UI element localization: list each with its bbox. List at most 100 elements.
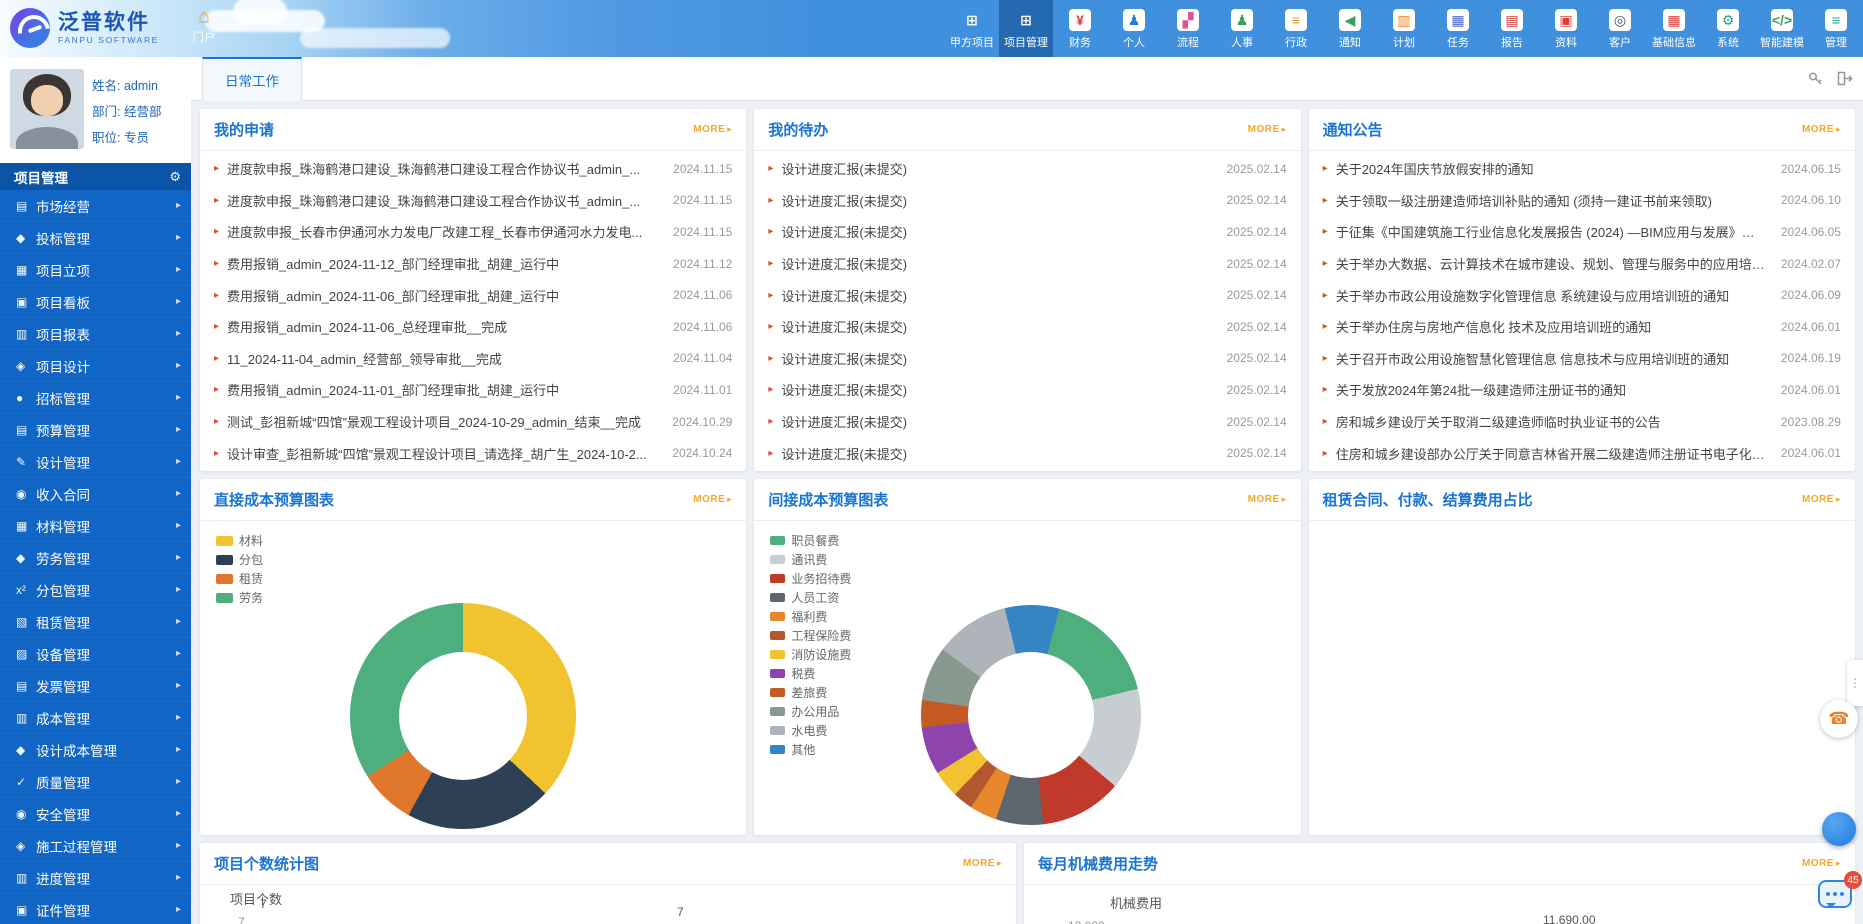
- top-nav-item[interactable]: ▣ 资料: [1539, 0, 1593, 57]
- lock-key-icon[interactable]: [1807, 70, 1824, 87]
- notice-list-item[interactable]: ▸ 关于2024年国庆节放假安排的通知 2024.06.15: [1323, 153, 1841, 185]
- sidebar-menu-item[interactable]: ● 招标管理 ▸: [0, 382, 191, 414]
- legend-item: 人员工资: [770, 588, 851, 607]
- sidebar-menu-item[interactable]: ✎ 设计管理 ▸: [0, 446, 191, 478]
- sidebar-menu-item[interactable]: ▥ 成本管理 ▸: [0, 702, 191, 734]
- side-panel-toggle[interactable]: ⋮: [1847, 660, 1863, 706]
- sidebar-menu-item[interactable]: ▣ 证件管理 ▸: [0, 894, 191, 924]
- application-list-item[interactable]: ▸ 进度款申报_珠海鹤港口建设_珠海鹤港口建设工程合作协议书_admin_...…: [214, 185, 732, 217]
- tab-daily-work[interactable]: 日常工作: [202, 57, 302, 101]
- floating-action-button[interactable]: [1822, 812, 1856, 846]
- application-list-item[interactable]: ▸ 费用报销_admin_2024-11-06_部门经理审批_胡建_运行中 20…: [214, 279, 732, 311]
- top-nav-item[interactable]: ⊞ 甲方项目: [945, 0, 999, 57]
- top-nav-item[interactable]: ♟ 人事: [1215, 0, 1269, 57]
- legend-item: 办公用品: [770, 702, 851, 721]
- nav-item-portal[interactable]: ⌂ 门户: [178, 6, 230, 52]
- more-link[interactable]: MORE▸: [1802, 124, 1841, 135]
- notice-list-item[interactable]: ▸ 关于举办住房与房地产信息化 技术及应用培训班的通知 2024.06.01: [1323, 311, 1841, 343]
- todo-list-item[interactable]: ▸ 设计进度汇报(未提交) 2025.02.14: [768, 279, 1286, 311]
- todo-list-item[interactable]: ▸ 设计进度汇报(未提交) 2025.02.14: [768, 406, 1286, 438]
- todo-list-item[interactable]: ▸ 设计进度汇报(未提交) 2025.02.14: [768, 311, 1286, 343]
- notice-list-item[interactable]: ▸ 关于召开市政公用设施智慧化管理信息 信息技术与应用培训班的通知 2024.0…: [1323, 343, 1841, 375]
- notice-list-item[interactable]: ▸ 关于发放2024年第24批一级建造师注册证书的通知 2024.06.01: [1323, 374, 1841, 406]
- sidebar-menu-item[interactable]: ▦ 材料管理 ▸: [0, 510, 191, 542]
- sidebar-menu-item[interactable]: ◈ 项目设计 ▸: [0, 350, 191, 382]
- sidebar-menu-item[interactable]: ▥ 项目报表 ▸: [0, 318, 191, 350]
- todo-list-item[interactable]: ▸ 设计进度汇报(未提交) 2025.02.14: [768, 248, 1286, 280]
- top-nav-item[interactable]: ⊞ 项目管理: [999, 0, 1053, 57]
- home-icon: ⌂: [198, 6, 209, 28]
- application-list-item[interactable]: ▸ 测试_彭祖新城“四馆”景观工程设计项目_2024-10-29_admin_结…: [214, 406, 732, 438]
- todo-list-item[interactable]: ▸ 设计进度汇报(未提交) 2025.02.14: [768, 374, 1286, 406]
- sidebar-menu-item[interactable]: ◆ 设计成本管理 ▸: [0, 734, 191, 766]
- sidebar-menu-item[interactable]: x² 分包管理 ▸: [0, 574, 191, 606]
- nav-module-icon: ⊞: [961, 9, 983, 31]
- application-list-item[interactable]: ▸ 11_2024-11-04_admin_经营部_领导审批__完成 2024.…: [214, 343, 732, 375]
- notice-list-item[interactable]: ▸ 于征集《中国建筑施工行业信息化发展报告 (2024) —BIM应用与发展》材…: [1323, 216, 1841, 248]
- panel-title: 间接成本预算图表: [768, 489, 888, 510]
- item-text: 关于2024年国庆节放假安排的通知: [1336, 159, 1767, 178]
- top-nav-item[interactable]: ≡ 行政: [1269, 0, 1323, 57]
- exit-icon[interactable]: [1836, 70, 1853, 87]
- more-link[interactable]: MORE▸: [1248, 124, 1287, 135]
- gear-icon[interactable]: ⚙: [169, 169, 181, 185]
- sidebar-menu-item[interactable]: ✓ 质量管理 ▸: [0, 766, 191, 798]
- sidebar-menu-item[interactable]: ◆ 投标管理 ▸: [0, 222, 191, 254]
- top-nav-item[interactable]: ◎ 客户: [1593, 0, 1647, 57]
- application-list-item[interactable]: ▸ 进度款申报_长春市伊通河水力发电厂改建工程_长春市伊通河水力发电... 20…: [214, 216, 732, 248]
- more-link[interactable]: MORE▸: [963, 858, 1002, 869]
- todo-list-item[interactable]: ▸ 设计进度汇报(未提交) 2025.02.14: [768, 437, 1286, 469]
- sidebar-menu-item[interactable]: ◆ 劳务管理 ▸: [0, 542, 191, 574]
- more-link[interactable]: MORE▸: [693, 494, 732, 505]
- item-date: 2024.11.15: [673, 225, 732, 239]
- more-link[interactable]: MORE▸: [1802, 858, 1841, 869]
- notice-list-item[interactable]: ▸ 关于举办大数据、云计算技术在城市建设、规划、管理与服务中的应用培训班... …: [1323, 248, 1841, 280]
- sidebar-menu-item[interactable]: ▤ 预算管理 ▸: [0, 414, 191, 446]
- sidebar-item-icon: ▦: [16, 263, 36, 277]
- top-nav-item[interactable]: ▦ 基础信息: [1647, 0, 1701, 57]
- application-list-item[interactable]: ▸ 费用报销_admin_2024-11-12_部门经理审批_胡建_运行中 20…: [214, 248, 732, 280]
- top-nav-item[interactable]: </> 智能建模: [1755, 0, 1809, 57]
- notice-list-item[interactable]: ▸ 房和城乡建设厅关于取消二级建造师临时执业证书的公告 2023.08.29: [1323, 406, 1841, 438]
- more-link[interactable]: MORE▸: [1802, 494, 1841, 505]
- top-nav-item[interactable]: ▥ 计划: [1377, 0, 1431, 57]
- todo-list-item[interactable]: ▸ 设计进度汇报(未提交) 2025.02.14: [768, 153, 1286, 185]
- sidebar-menu-item[interactable]: ▣ 项目看板 ▸: [0, 286, 191, 318]
- item-bullet-icon: ▸: [1323, 384, 1328, 395]
- notice-list-item[interactable]: ▸ 关于举办市政公用设施数字化管理信息 系统建设与应用培训班的通知 2024.0…: [1323, 279, 1841, 311]
- sidebar-menu-item[interactable]: ▨ 设备管理 ▸: [0, 638, 191, 670]
- application-list-item[interactable]: ▸ 设计审查_彭祖新城“四馆”景观工程设计项目_请选择_胡广生_2024-10-…: [214, 437, 732, 469]
- top-nav-item[interactable]: ¥ 财务: [1053, 0, 1107, 57]
- sidebar-menu-item[interactable]: ▤ 发票管理 ▸: [0, 670, 191, 702]
- sidebar-menu-item[interactable]: ◉ 收入合同 ▸: [0, 478, 191, 510]
- item-text: 设计进度汇报(未提交): [781, 191, 1212, 210]
- todo-list-item[interactable]: ▸ 设计进度汇报(未提交) 2025.02.14: [768, 216, 1286, 248]
- sidebar-menu-item[interactable]: ◉ 安全管理 ▸: [0, 798, 191, 830]
- todo-list-item[interactable]: ▸ 设计进度汇报(未提交) 2025.02.14: [768, 185, 1286, 217]
- top-nav-item[interactable]: ▦ 任务: [1431, 0, 1485, 57]
- application-list-item[interactable]: ▸ 进度款申报_珠海鹤港口建设_珠海鹤港口建设工程合作协议书_admin_...…: [214, 153, 732, 185]
- application-list-item[interactable]: ▸ 费用报销_admin_2024-11-01_部门经理审批_胡建_运行中 20…: [214, 374, 732, 406]
- top-nav-item[interactable]: ♟ 个人: [1107, 0, 1161, 57]
- top-nav-item[interactable]: ⚙ 系统: [1701, 0, 1755, 57]
- more-link[interactable]: MORE▸: [1248, 494, 1287, 505]
- top-nav-item[interactable]: ≡ 管理: [1809, 0, 1863, 57]
- notice-list-item[interactable]: ▸ 住房和城乡建设部办公厅关于同意吉林省开展二级建造师注册证书电子化试点... …: [1323, 437, 1841, 469]
- sidebar-menu-item[interactable]: ◈ 施工过程管理 ▸: [0, 830, 191, 862]
- chat-button[interactable]: 45: [1818, 880, 1858, 916]
- notice-list-item[interactable]: ▸ 关于领取一级注册建造师培训补贴的通知 (须持一建证书前来领取) 2024.0…: [1323, 185, 1841, 217]
- sidebar-menu-item[interactable]: ▥ 进度管理 ▸: [0, 862, 191, 894]
- top-nav-item[interactable]: ▤ 报告: [1485, 0, 1539, 57]
- sidebar-menu-item[interactable]: ▦ 项目立项 ▸: [0, 254, 191, 286]
- todo-list-item[interactable]: ▸ 设计进度汇报(未提交) 2025.02.14: [768, 343, 1286, 375]
- sidebar-section-header[interactable]: 项目管理 ⚙: [0, 163, 191, 190]
- more-link[interactable]: MORE▸: [693, 124, 732, 135]
- chevron-right-icon: ▸: [176, 904, 181, 915]
- sidebar-menu-item[interactable]: ▧ 租赁管理 ▸: [0, 606, 191, 638]
- chevron-right-icon: ▸: [176, 776, 181, 787]
- sidebar-menu-item[interactable]: ▤ 市场经营 ▸: [0, 190, 191, 222]
- top-nav-item[interactable]: ◀ 通知: [1323, 0, 1377, 57]
- contact-service-button[interactable]: ☎: [1820, 700, 1858, 738]
- top-nav-item[interactable]: ▞ 流程: [1161, 0, 1215, 57]
- application-list-item[interactable]: ▸ 费用报销_admin_2024-11-06_总经理审批__完成 2024.1…: [214, 311, 732, 343]
